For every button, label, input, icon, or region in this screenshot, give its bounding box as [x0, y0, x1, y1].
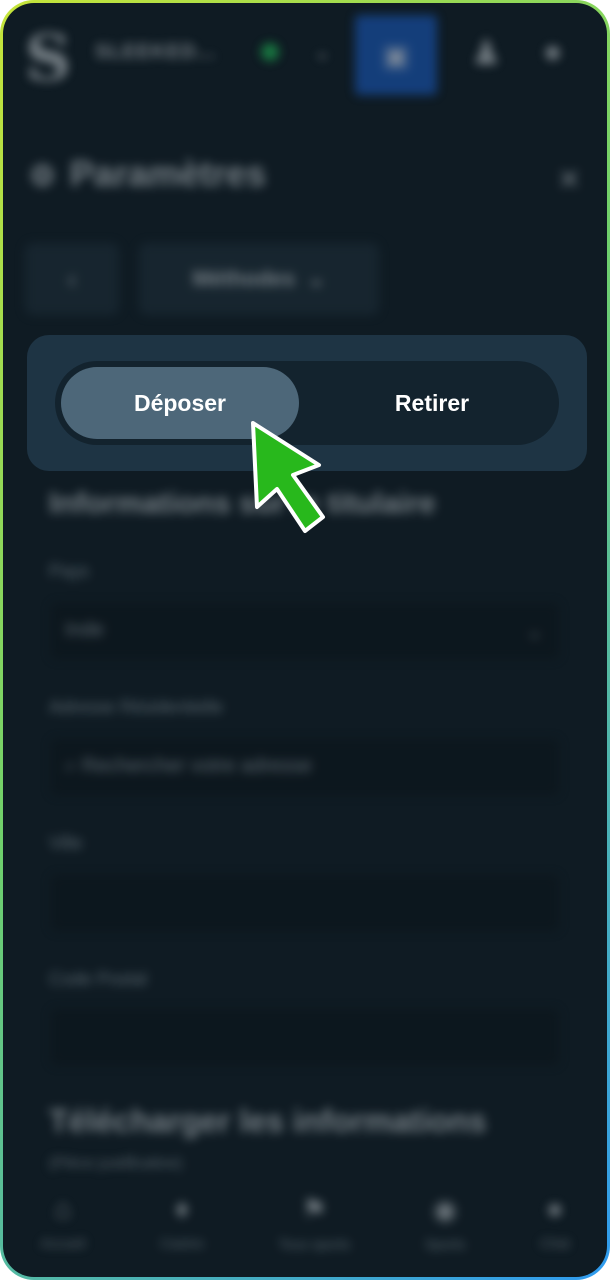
- pointer-cursor-icon: [251, 421, 325, 533]
- city-label: Ville: [49, 833, 83, 853]
- sports-icon: ⚑: [301, 1193, 327, 1225]
- close-icon[interactable]: ✕: [558, 163, 581, 196]
- device-frame: S SLEEKED... ⌄ ▣ ♟ ● ⚙ Paramètres ✕ ‹ Mét…: [0, 0, 610, 1280]
- app-screen: S SLEEKED... ⌄ ▣ ♟ ● ⚙ Paramètres ✕ ‹ Mét…: [3, 3, 607, 1277]
- wallet-button[interactable]: ▣: [355, 15, 437, 95]
- nav-item-all-sports[interactable]: ⚑ Tous sports: [279, 1193, 351, 1252]
- casino-icon: ♦: [174, 1193, 190, 1224]
- chevron-down-icon: ⌄: [307, 266, 326, 291]
- ball-icon: ◉: [432, 1193, 458, 1225]
- page-title: ⚙ Paramètres: [29, 153, 266, 195]
- tab-withdraw[interactable]: Retirer: [313, 367, 551, 439]
- back-button[interactable]: ‹: [25, 243, 119, 315]
- country-value: Inde: [65, 619, 104, 641]
- wallet-icon: ▣: [382, 39, 410, 71]
- account-name[interactable]: SLEEKED...: [95, 41, 216, 64]
- postal-code-input[interactable]: [51, 1009, 559, 1065]
- city-input[interactable]: [51, 875, 559, 931]
- nav-item-home[interactable]: ⌂ Accueil: [40, 1193, 85, 1251]
- nav-item-sports[interactable]: ◉ Sports: [425, 1193, 465, 1252]
- chevron-down-icon: ⌄: [526, 621, 543, 643]
- address-input[interactable]: ⌕ Rechercher votre adresse: [51, 739, 559, 795]
- methods-label: Méthodes: [192, 266, 296, 291]
- chat-icon: ●: [546, 1193, 564, 1224]
- postal-code-label: Code Postal: [49, 969, 148, 989]
- nav-label: Accueil: [40, 1235, 86, 1251]
- blurred-background: S SLEEKED... ⌄ ▣ ♟ ● ⚙ Paramètres ✕ ‹ Mét…: [3, 3, 607, 1277]
- gear-icon: ⚙: [29, 160, 56, 193]
- profile-icon[interactable]: ♟: [471, 33, 501, 73]
- status-dot: [261, 43, 279, 61]
- address-label: Adresse Résidentielle: [49, 697, 224, 717]
- home-icon: ⌂: [54, 1193, 72, 1224]
- nav-label: Tous sports: [278, 1235, 351, 1252]
- nav-item-casino[interactable]: ♦ Casino: [160, 1193, 204, 1251]
- methods-dropdown[interactable]: Méthodes ⌄: [139, 243, 379, 315]
- country-select[interactable]: Inde ⌄: [51, 603, 559, 659]
- chat-icon[interactable]: ●: [543, 33, 562, 70]
- nav-label: Sports: [424, 1235, 466, 1252]
- nav-item-chat[interactable]: ● Chat: [540, 1193, 570, 1251]
- address-placeholder: Rechercher votre adresse: [81, 755, 312, 777]
- page-title-text: Paramètres: [69, 153, 267, 194]
- brand-logo[interactable]: S: [25, 21, 71, 96]
- upload-title: Télécharger les informations: [49, 1103, 487, 1139]
- chevron-down-icon[interactable]: ⌄: [313, 39, 331, 65]
- top-bar: S SLEEKED... ⌄ ▣ ♟ ●: [3, 3, 607, 113]
- search-icon: ⌕: [65, 755, 82, 777]
- form-section-title: Informations sur le titulaire: [49, 487, 436, 520]
- country-label: Pays: [49, 561, 90, 581]
- nav-label: Casino: [160, 1235, 204, 1251]
- nav-label: Chat: [540, 1235, 570, 1251]
- bottom-navigation: ⌂ Accueil ♦ Casino ⚑ Tous sports ◉ Sport…: [3, 1167, 607, 1277]
